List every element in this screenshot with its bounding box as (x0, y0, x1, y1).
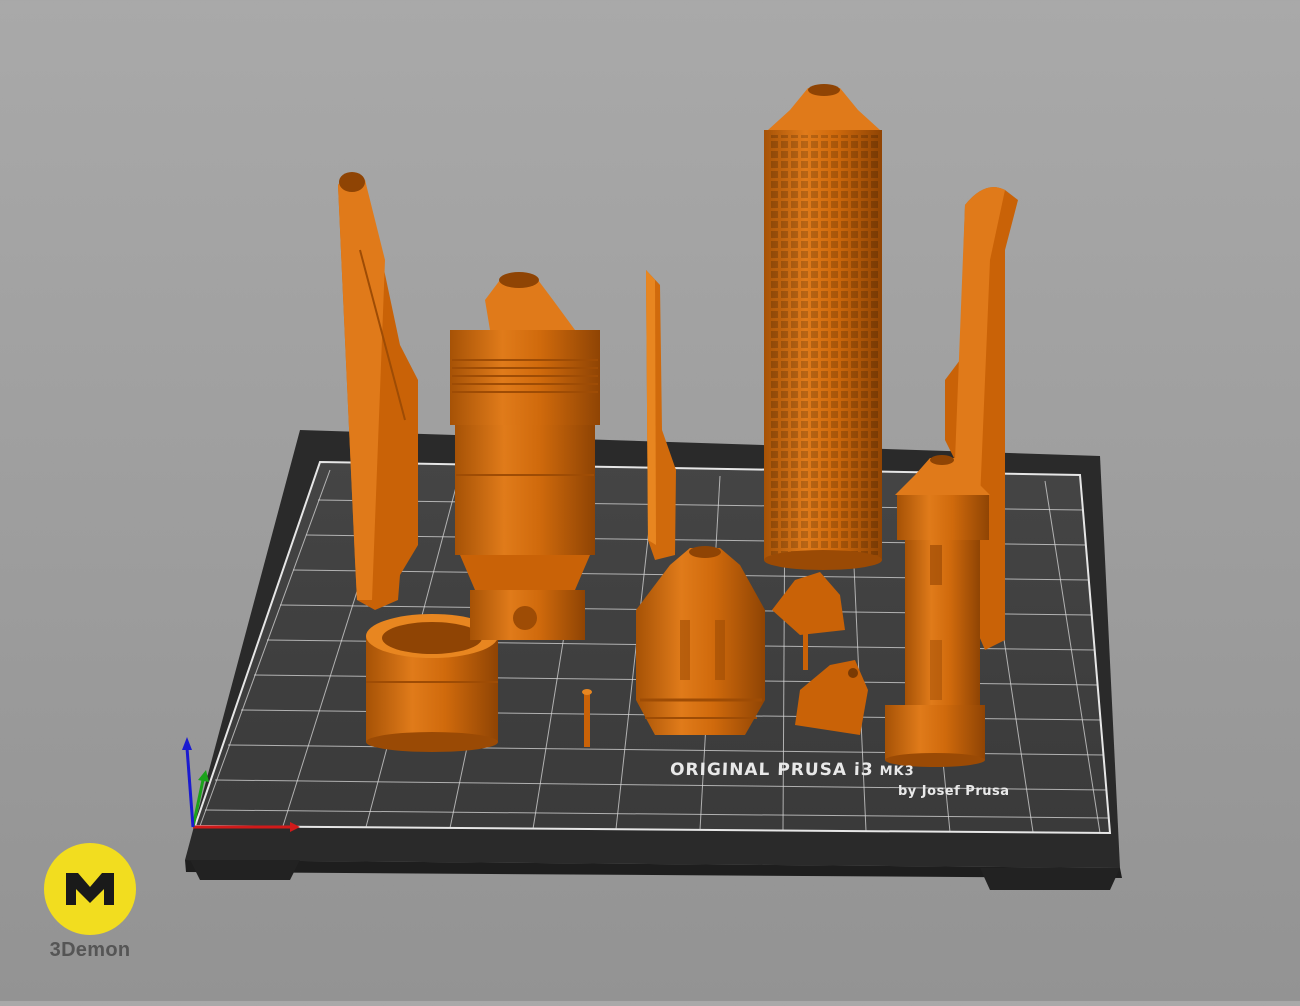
knurled-grip-part (764, 84, 882, 570)
thin-blade-part (646, 270, 676, 560)
brand-logo: 3Demon (40, 843, 140, 962)
logo-caption: 3Demon (49, 939, 131, 961)
printer-byline-text: by Josef Prusa (898, 784, 1010, 799)
scene-canvas (182, 84, 1122, 890)
bed-brand-label: ORIGINAL PRUSA i3 MK3 (670, 760, 915, 780)
3d-viewport[interactable]: ORIGINAL PRUSA i3 MK3 by Josef Prusa (0, 0, 1300, 1001)
3demon-logo-icon (44, 843, 136, 935)
printer-brand-text: ORIGINAL PRUSA i3 (669, 760, 874, 780)
printer-model-text: MK3 (879, 764, 915, 779)
